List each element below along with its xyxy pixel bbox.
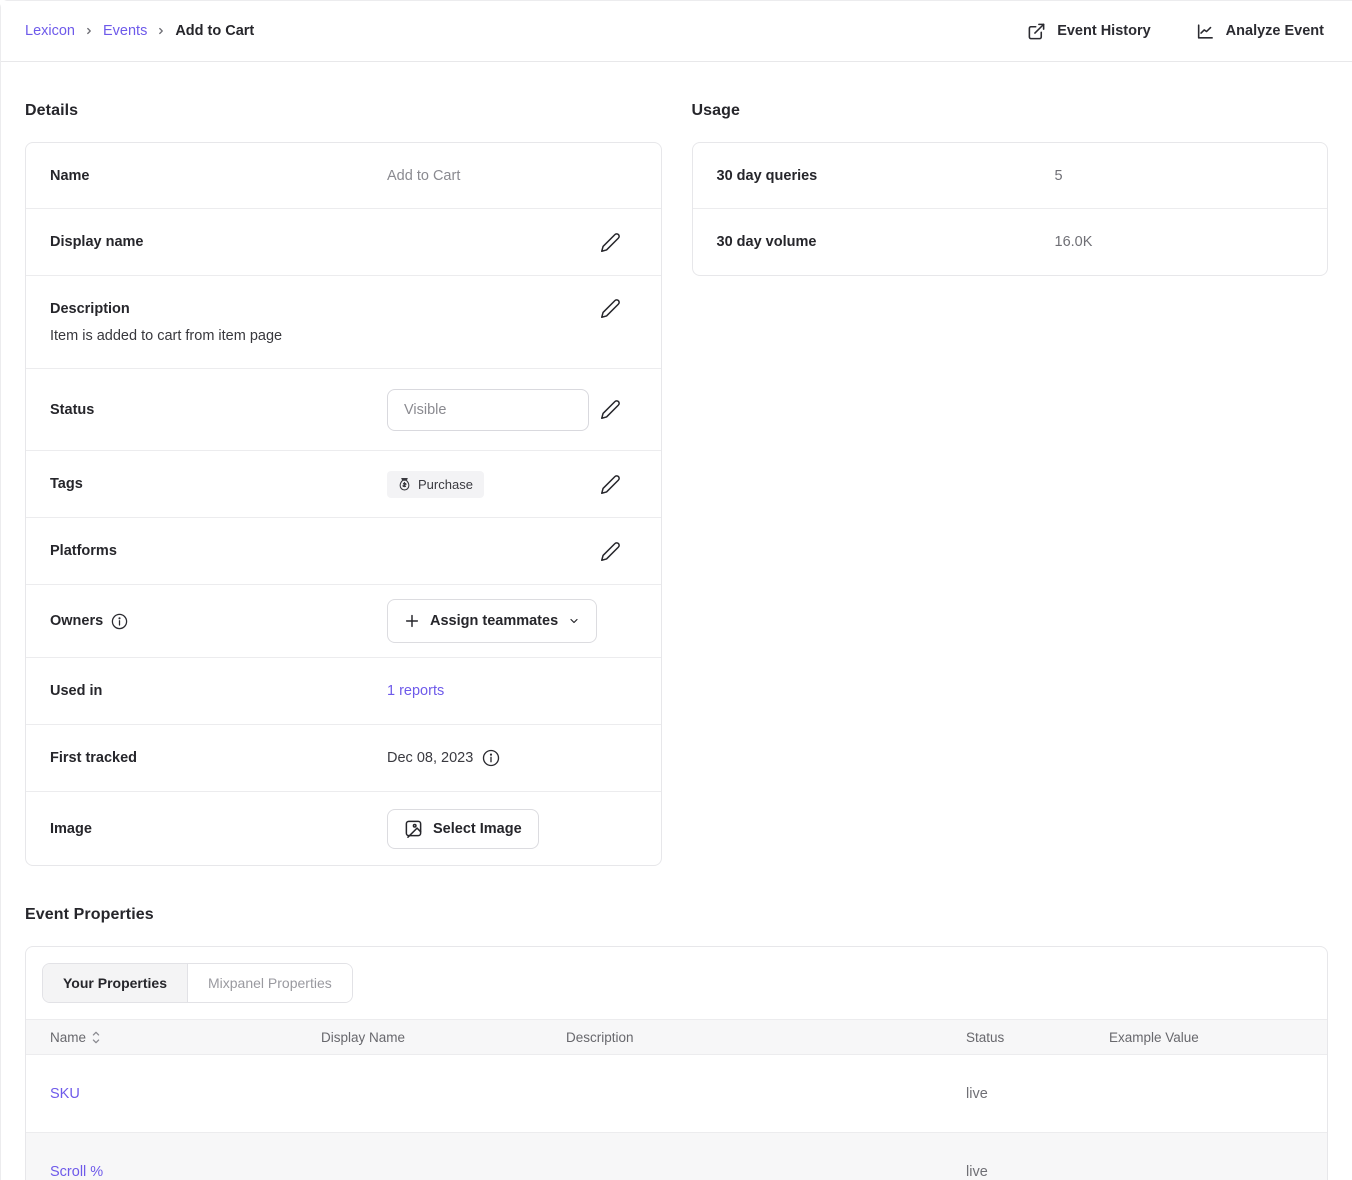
property-status: live bbox=[942, 1164, 1085, 1180]
usage-volume-label: 30 day volume bbox=[717, 234, 1055, 250]
lexicon-event-page: Lexicon Events Add to Cart Event History bbox=[0, 0, 1352, 1180]
first-tracked-label: First tracked bbox=[50, 750, 387, 766]
plus-icon bbox=[404, 613, 420, 629]
event-properties-title: Event Properties bbox=[25, 906, 1328, 924]
tags-label: Tags bbox=[50, 476, 387, 492]
event-history-label: Event History bbox=[1057, 23, 1150, 39]
chevron-right-icon bbox=[156, 26, 166, 36]
edit-display-name-button[interactable] bbox=[600, 232, 621, 253]
property-row-sku[interactable]: SKU live bbox=[26, 1055, 1327, 1133]
pencil-icon bbox=[600, 541, 621, 562]
first-tracked-value: Dec 08, 2023 bbox=[387, 750, 473, 766]
sort-icon bbox=[92, 1031, 100, 1044]
usage-card: 30 day queries 5 30 day volume 16.0K bbox=[692, 142, 1329, 276]
analyze-event-button[interactable]: Analyze Event bbox=[1195, 22, 1324, 41]
column-header-example-value[interactable]: Example Value bbox=[1085, 1030, 1327, 1045]
column-header-display-name[interactable]: Display Name bbox=[297, 1030, 542, 1045]
usage-row-queries: 30 day queries 5 bbox=[693, 143, 1328, 209]
detail-row-image: Image Select Image bbox=[26, 792, 661, 865]
details-card: Name Add to Cart Display name bbox=[25, 142, 662, 866]
breadcrumb-current-event: Add to Cart bbox=[175, 23, 254, 39]
select-image-button[interactable]: Select Image bbox=[387, 809, 539, 849]
edit-description-button[interactable] bbox=[600, 298, 621, 319]
property-name-link[interactable]: Scroll % bbox=[26, 1164, 297, 1180]
name-label: Name bbox=[50, 168, 387, 184]
edit-status-button[interactable] bbox=[600, 399, 621, 420]
topbar-actions: Event History Analyze Event bbox=[1027, 22, 1324, 41]
tag-chip-purchase[interactable]: Purchase bbox=[387, 471, 484, 498]
platforms-label: Platforms bbox=[50, 543, 387, 559]
usage-queries-label: 30 day queries bbox=[717, 168, 1055, 184]
property-row-scroll[interactable]: Scroll % live bbox=[26, 1133, 1327, 1180]
info-circle-icon[interactable] bbox=[482, 749, 500, 767]
properties-table-header: Name Display Name Description Status Exa… bbox=[26, 1019, 1327, 1055]
detail-row-description: Description Item is added to cart from i… bbox=[26, 276, 661, 369]
info-circle-icon[interactable] bbox=[111, 613, 128, 630]
column-header-name[interactable]: Name bbox=[26, 1030, 297, 1045]
display-name-label: Display name bbox=[50, 234, 387, 250]
used-in-reports-link[interactable]: 1 reports bbox=[387, 683, 444, 699]
line-chart-icon bbox=[1195, 22, 1215, 41]
details-title: Details bbox=[25, 102, 662, 120]
event-properties-section: Event Properties Your Properties Mixpane… bbox=[25, 906, 1328, 1180]
tab-mixpanel-properties[interactable]: Mixpanel Properties bbox=[188, 964, 352, 1002]
detail-row-used-in: Used in 1 reports bbox=[26, 658, 661, 725]
usage-queries-value: 5 bbox=[1055, 168, 1063, 184]
property-status: live bbox=[942, 1086, 1085, 1102]
edit-tags-button[interactable] bbox=[600, 474, 621, 495]
description-value: Item is added to cart from item page bbox=[50, 328, 621, 344]
used-in-label: Used in bbox=[50, 683, 387, 699]
chevron-right-icon bbox=[84, 26, 94, 36]
status-label: Status bbox=[50, 402, 387, 418]
detail-row-tags: Tags Purchase bbox=[26, 451, 661, 518]
properties-tabs: Your Properties Mixpanel Properties bbox=[42, 963, 353, 1003]
detail-row-display-name: Display name bbox=[26, 209, 661, 276]
usage-section: Usage 30 day queries 5 30 day volume 16.… bbox=[692, 62, 1329, 866]
breadcrumb-lexicon[interactable]: Lexicon bbox=[25, 23, 75, 39]
tag-label: Purchase bbox=[418, 477, 473, 492]
chevron-down-icon bbox=[568, 615, 580, 627]
usage-title: Usage bbox=[692, 102, 1329, 120]
column-header-status[interactable]: Status bbox=[942, 1030, 1085, 1045]
detail-row-first-tracked: First tracked Dec 08, 2023 bbox=[26, 725, 661, 792]
owners-label: Owners bbox=[50, 613, 103, 629]
details-section: Details Name Add to Cart Display name bbox=[25, 62, 662, 866]
assign-teammates-label: Assign teammates bbox=[430, 613, 558, 629]
usage-volume-value: 16.0K bbox=[1055, 234, 1093, 250]
event-properties-card: Your Properties Mixpanel Properties Name… bbox=[25, 946, 1328, 1180]
event-history-button[interactable]: Event History bbox=[1027, 22, 1150, 41]
pencil-icon bbox=[600, 232, 621, 253]
image-label: Image bbox=[50, 821, 387, 837]
tab-your-properties[interactable]: Your Properties bbox=[43, 964, 188, 1002]
detail-row-owners: Owners Assign teammates bbox=[26, 585, 661, 658]
name-value: Add to Cart bbox=[387, 168, 621, 184]
property-name-link[interactable]: SKU bbox=[26, 1086, 297, 1102]
money-bag-icon bbox=[398, 477, 411, 491]
column-header-description[interactable]: Description bbox=[542, 1030, 942, 1045]
description-label: Description bbox=[50, 301, 387, 317]
select-image-label: Select Image bbox=[433, 821, 522, 837]
image-icon bbox=[404, 819, 423, 838]
status-select[interactable]: Visible bbox=[387, 389, 589, 431]
detail-row-platforms: Platforms bbox=[26, 518, 661, 585]
breadcrumb-events[interactable]: Events bbox=[103, 23, 147, 39]
topbar: Lexicon Events Add to Cart Event History bbox=[1, 1, 1352, 62]
usage-row-volume: 30 day volume 16.0K bbox=[693, 209, 1328, 275]
detail-row-status: Status Visible bbox=[26, 369, 661, 451]
pencil-icon bbox=[600, 399, 621, 420]
edit-platforms-button[interactable] bbox=[600, 541, 621, 562]
breadcrumb: Lexicon Events Add to Cart bbox=[25, 23, 254, 39]
pencil-icon bbox=[600, 298, 621, 319]
assign-teammates-button[interactable]: Assign teammates bbox=[387, 599, 597, 643]
pencil-icon bbox=[600, 474, 621, 495]
external-link-icon bbox=[1027, 22, 1046, 41]
detail-row-name: Name Add to Cart bbox=[26, 143, 661, 209]
analyze-event-label: Analyze Event bbox=[1226, 23, 1324, 39]
